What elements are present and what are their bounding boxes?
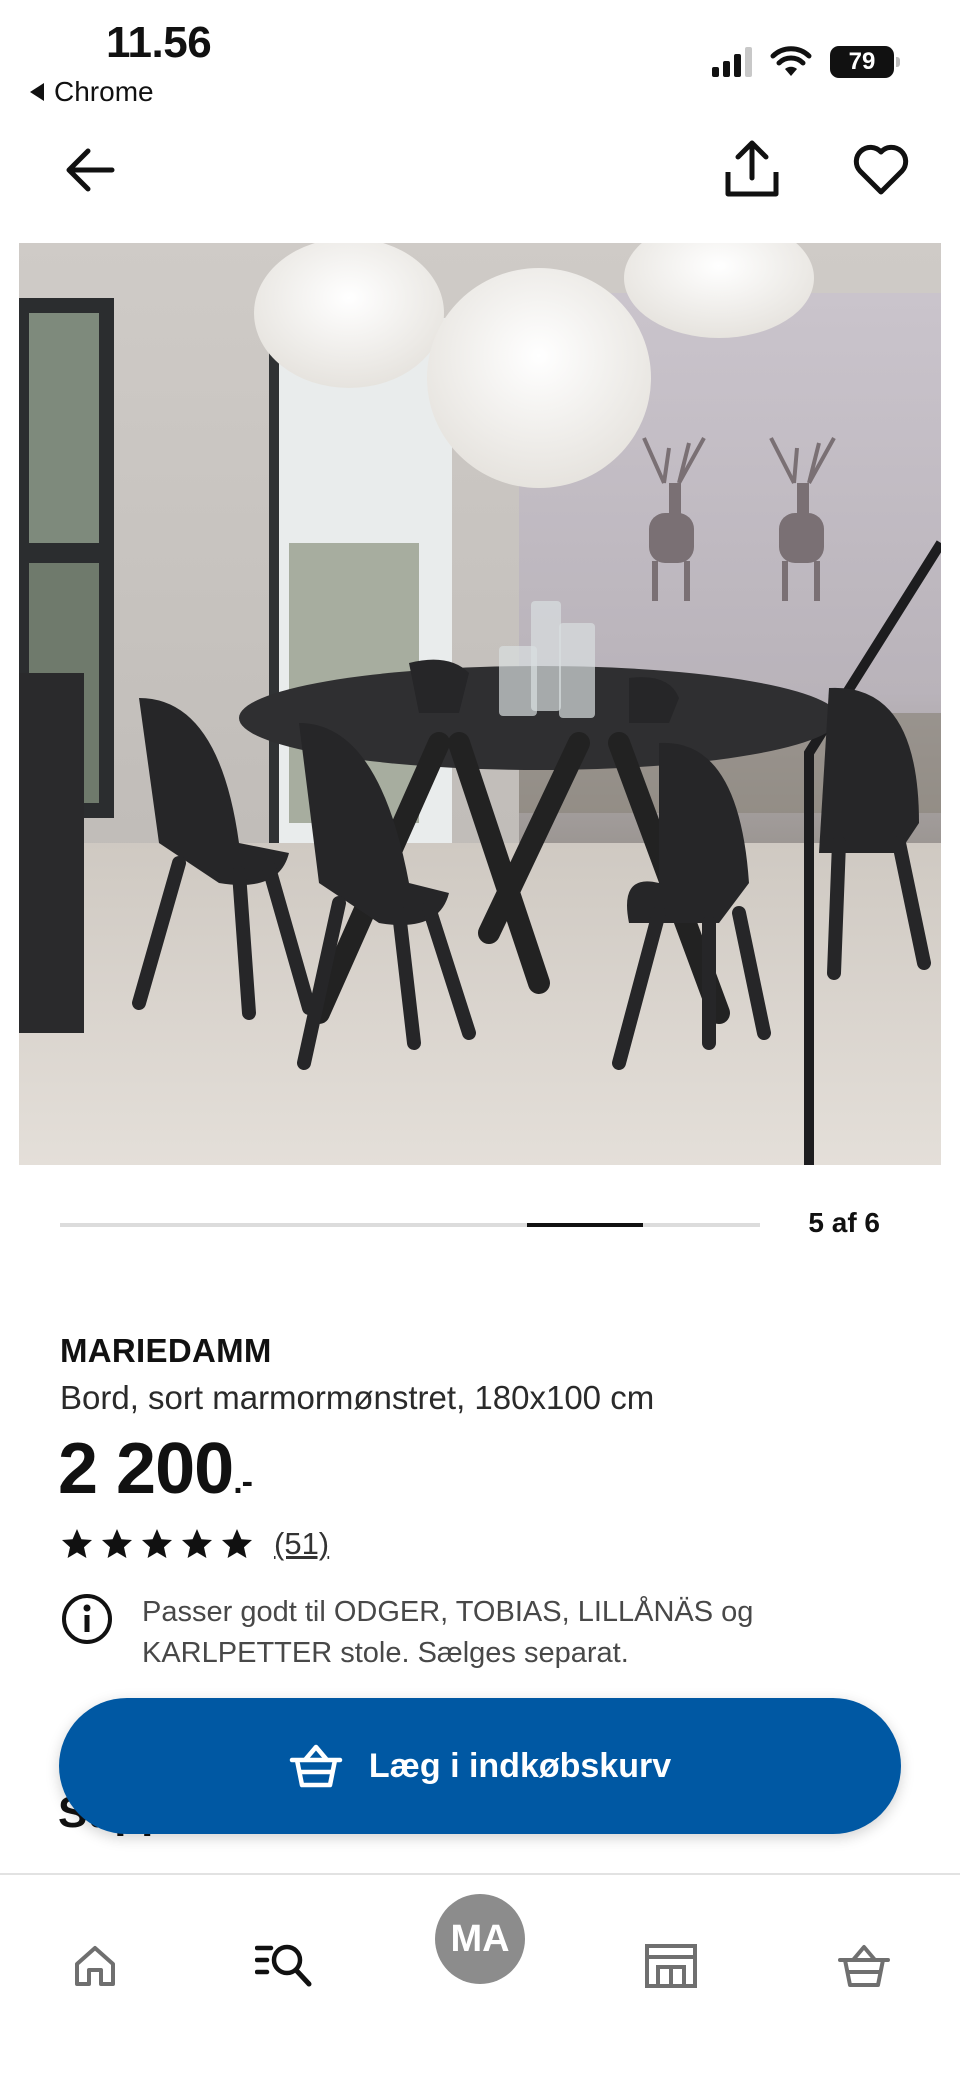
cellular-signal-icon: [712, 47, 752, 77]
home-icon: [75, 1946, 115, 1986]
product-name: MARIEDAMM: [60, 1332, 272, 1369]
price-suffix: .-: [233, 1463, 253, 1501]
status-time: 11.56: [106, 18, 212, 67]
star-icon: [182, 1529, 212, 1558]
image-carousel-progress-fill: [526, 1223, 644, 1227]
bottom-tab-bar: MA: [0, 1873, 960, 2078]
status-indicators: 79: [712, 46, 900, 78]
dining-room-illustration: [19, 243, 941, 1165]
star-icon: [222, 1529, 252, 1558]
tab-home[interactable]: [64, 1935, 126, 1997]
basket-icon: [838, 1945, 890, 1987]
back-arrow-icon[interactable]: [62, 142, 118, 198]
compatibility-text: Passer godt til ODGER, TOBIAS, LILLÅNÄS …: [142, 1596, 754, 1669]
add-to-cart-button[interactable]: Læg i indkøbskurv: [59, 1698, 901, 1834]
product-description: Bord, sort marmormønstret, 180x100 cm: [60, 1379, 655, 1416]
image-carousel-progress[interactable]: [60, 1223, 760, 1227]
tab-basket[interactable]: [833, 1935, 895, 1997]
rating-row[interactable]: (51): [60, 1526, 329, 1562]
tab-stores[interactable]: [640, 1935, 702, 1997]
image-counter: 5 af 6: [808, 1207, 880, 1238]
compatibility-note: Passer godt til ODGER, TOBIAS, LILLÅNÄS …: [60, 1592, 900, 1674]
basket-icon: [289, 1744, 343, 1788]
back-triangle-icon: [30, 83, 44, 101]
star-icon: [62, 1529, 92, 1558]
favorite-heart-icon[interactable]: [852, 140, 910, 198]
search-list-icon: [255, 1944, 312, 1987]
reviews-count-link[interactable]: (51): [274, 1526, 329, 1562]
info-icon: [62, 1594, 112, 1644]
store-icon: [645, 1944, 697, 1988]
add-to-cart-label: Læg i indkøbskurv: [368, 1746, 672, 1785]
price-value: 2 200: [58, 1429, 234, 1509]
tab-search[interactable]: [255, 1935, 317, 1997]
product-price: 2 200.-: [58, 1428, 253, 1510]
avatar[interactable]: MA: [435, 1894, 525, 1984]
star-icon: [142, 1529, 172, 1558]
battery-icon: 79: [830, 46, 900, 78]
back-app-label: Chrome: [54, 76, 154, 107]
share-icon[interactable]: [722, 138, 782, 200]
product-image[interactable]: [19, 243, 941, 1165]
wifi-icon: [770, 46, 812, 76]
back-to-app-link[interactable]: Chrome: [30, 76, 154, 108]
star-icon: [102, 1529, 132, 1558]
